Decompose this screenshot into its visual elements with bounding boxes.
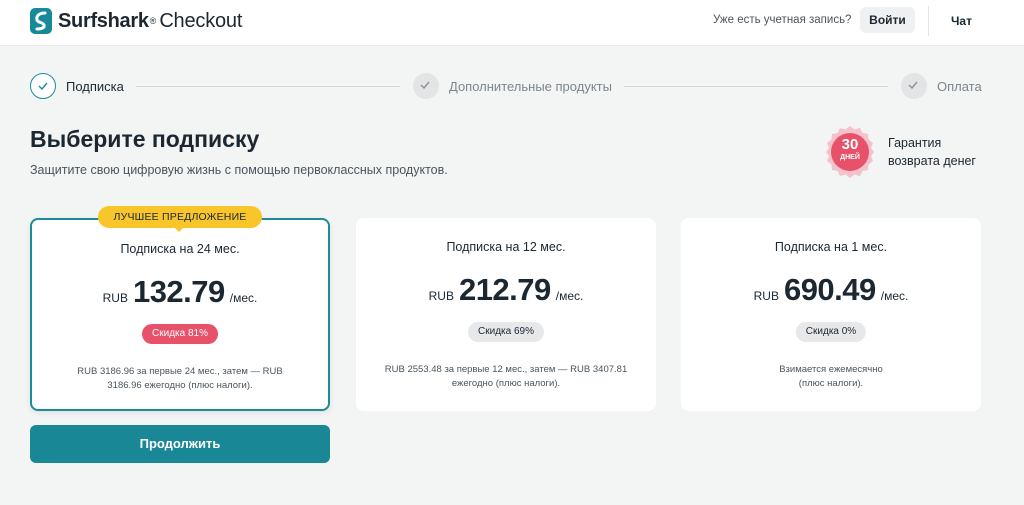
plan-title: Подписка на 24 мес.	[120, 242, 240, 256]
plan-price-period: /мес.	[880, 289, 909, 303]
billing-note-line-1: RUB 3186.96 за первые 24 мес., затем — R…	[77, 366, 283, 377]
plan-price-amount: 690.49	[783, 272, 876, 307]
plan-price: RUB 690.49 /мес.	[681, 272, 981, 308]
best-offer-tag: ЛУЧШЕЕ ПРЕДЛОЖЕНИЕ	[98, 206, 262, 232]
discount-badge: Скидка 0%	[795, 322, 867, 342]
logo-brand-text: Surfshark	[58, 9, 149, 32]
step-3-label: Оплата	[937, 79, 982, 94]
plan-price-period: /мес.	[229, 291, 258, 305]
step-2-label: Дополнительные продукты	[449, 79, 612, 94]
plan-title: Подписка на 12 мес.	[446, 240, 566, 254]
plan-price: RUB 212.79 /мес.	[356, 272, 656, 308]
step-1-label: Подписка	[66, 79, 124, 94]
step-connector-1	[136, 86, 400, 87]
billing-note-line-2: 3186.96 ежегодно (плюс налоги).	[107, 380, 253, 391]
badge-unit: ДНЕЙ	[840, 154, 860, 161]
logo-registered-mark: ®	[149, 16, 157, 26]
step-connector-2	[624, 86, 888, 87]
step-1-check-icon	[30, 73, 56, 99]
account-question: Уже есть учетная запись?	[713, 14, 852, 26]
badge-number: 30	[841, 136, 859, 153]
plan-price-amount: 212.79	[458, 272, 551, 307]
plan-card-24-months[interactable]: Подписка на 24 мес. RUB 132.79 /мес. Ски…	[30, 218, 330, 411]
billing-note-line-2: (плюс налоги).	[798, 378, 864, 389]
plan-currency: RUB	[428, 289, 454, 303]
plan-currency: RUB	[102, 291, 128, 305]
plan-price-period: /мес.	[555, 289, 584, 303]
step-3-check-icon	[901, 73, 927, 99]
header: Surfshark ® Checkout Уже есть учетная за…	[0, 0, 1024, 46]
header-divider	[928, 6, 929, 36]
billing-note-line-2: ежегодно (плюс налоги).	[451, 378, 561, 389]
guarantee-line-2: возврата денег	[888, 154, 976, 168]
billing-note-line-1: RUB 2553.48 за первые 12 мес., затем — R…	[384, 364, 628, 375]
chat-link[interactable]: Чат	[951, 14, 972, 28]
discount-badge: Скидка 69%	[468, 322, 544, 342]
money-back-badge-icon: 30 ДНЕЙ	[824, 126, 876, 178]
login-button[interactable]: Войти	[860, 7, 915, 33]
plan-currency: RUB	[753, 289, 779, 303]
continue-button[interactable]: Продолжить	[30, 425, 330, 463]
logo-checkout-text: Checkout	[159, 9, 243, 32]
step-2-check-icon	[413, 73, 439, 99]
plan-card-12-months[interactable]: Подписка на 12 мес. RUB 212.79 /мес. Ски…	[356, 218, 656, 411]
plan-title: Подписка на 1 мес.	[774, 240, 888, 254]
plan-billing-note: RUB 2553.48 за первые 12 мес., затем — R…	[376, 363, 636, 391]
surfshark-logo[interactable]: Surfshark ® Checkout	[30, 8, 242, 34]
plan-price: RUB 132.79 /мес.	[32, 274, 328, 310]
money-back-guarantee: Гарантия возврата денег	[888, 134, 976, 170]
plan-billing-note: Взимается ежемесячно (плюс налоги).	[711, 363, 951, 391]
plan-card-1-month[interactable]: Подписка на 1 мес. RUB 690.49 /мес. Скид…	[681, 218, 981, 411]
page-title: Выберите подписку	[30, 126, 260, 152]
plan-billing-note: RUB 3186.96 за первые 24 мес., затем — R…	[62, 365, 298, 393]
discount-badge: Скидка 81%	[142, 324, 218, 344]
billing-note-line-1: Взимается ежемесячно	[779, 364, 883, 375]
guarantee-line-1: Гарантия	[888, 136, 942, 150]
page-subtitle: Защитите свою цифровую жизнь с помощью п…	[30, 163, 448, 177]
plan-price-amount: 132.79	[132, 274, 225, 309]
surfshark-logo-icon	[30, 8, 52, 34]
